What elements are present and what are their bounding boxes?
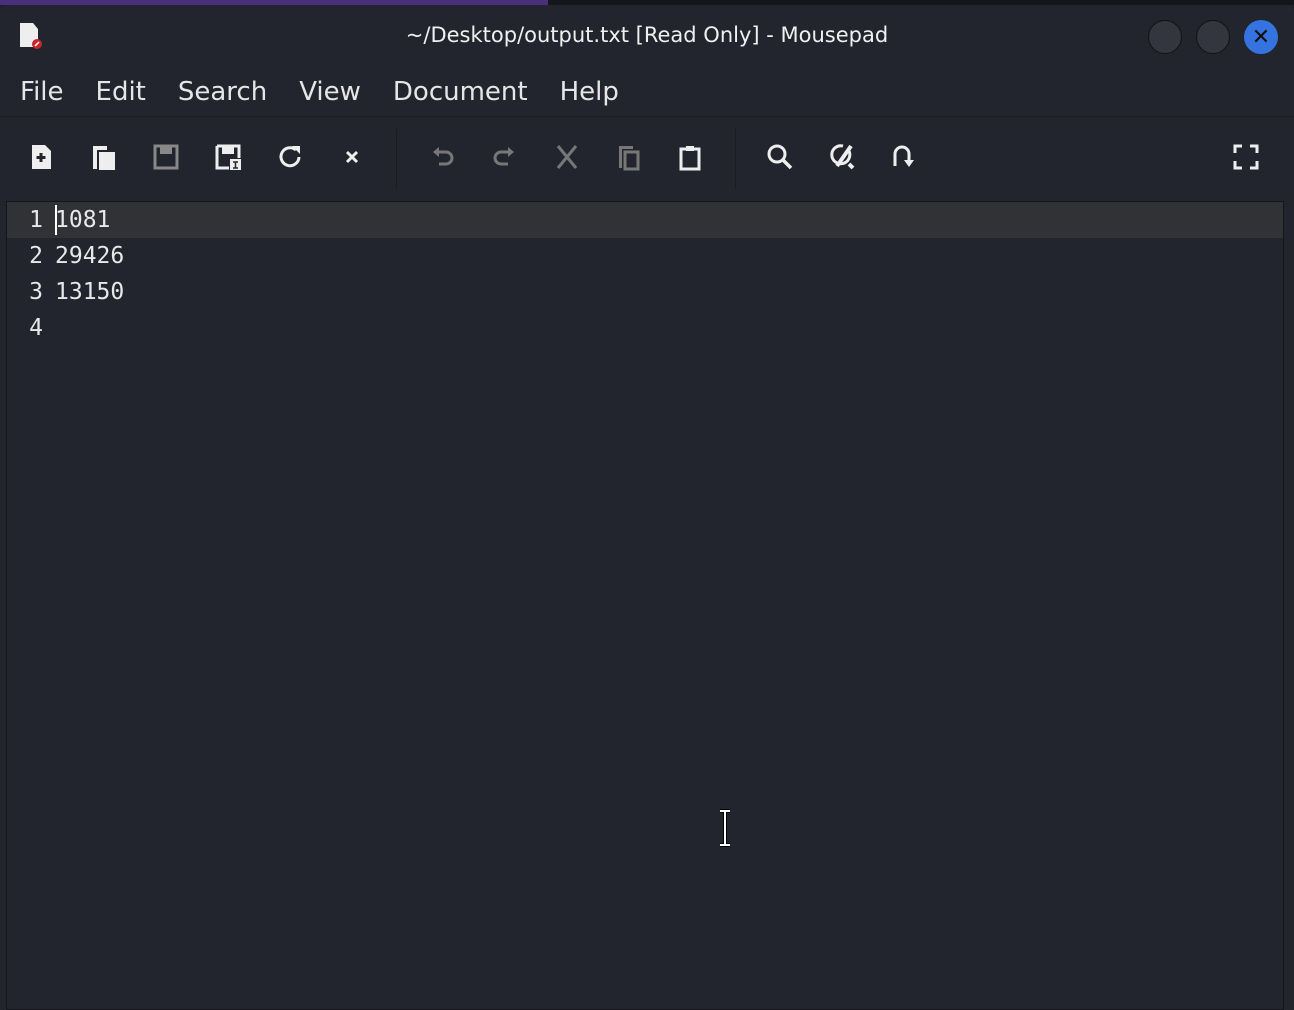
new-document-button[interactable] — [24, 139, 60, 175]
scissors-icon — [556, 145, 578, 169]
line-number: 3 — [29, 279, 43, 305]
reload-icon — [279, 146, 301, 168]
new-window-icon — [93, 146, 115, 170]
save-button[interactable] — [148, 139, 184, 175]
line-text: 13150 — [55, 279, 125, 305]
find-button[interactable] — [762, 139, 798, 175]
toolbar-separator — [396, 129, 397, 189]
minimize-button[interactable] — [1148, 20, 1182, 54]
line-number: 4 — [29, 315, 43, 341]
menu-help[interactable]: Help — [560, 77, 619, 107]
menu-file[interactable]: File — [20, 77, 64, 107]
ibeam-cursor-icon — [720, 809, 730, 847]
search-icon — [767, 144, 793, 170]
save-as-button[interactable] — [210, 139, 246, 175]
window-title: ~/Desktop/output.txt [Read Only] - Mouse… — [405, 23, 889, 47]
cut-button[interactable] — [549, 139, 585, 175]
editor-line: 1 1081 — [7, 202, 1283, 238]
menu-document[interactable]: Document — [393, 77, 528, 107]
fullscreen-button[interactable] — [1228, 139, 1264, 175]
fullscreen-icon — [1233, 144, 1259, 170]
redo-icon — [493, 147, 514, 166]
editor-line: 4 — [7, 310, 1283, 346]
title-bar[interactable]: ~/Desktop/output.txt [Read Only] - Mouse… — [0, 5, 1294, 67]
find-replace-icon — [830, 144, 855, 170]
close-icon — [345, 150, 359, 164]
mousepad-window: ~/Desktop/output.txt [Read Only] - Mouse… — [0, 5, 1294, 1010]
copy-button[interactable] — [611, 139, 647, 175]
paste-button[interactable] — [672, 139, 708, 175]
save-icon — [153, 144, 179, 170]
menu-search[interactable]: Search — [178, 77, 267, 107]
text-editor[interactable]: 1 1081 2 29426 3 13150 4 — [6, 201, 1284, 1010]
new-document-icon — [32, 145, 51, 169]
menu-view[interactable]: View — [299, 77, 361, 107]
toolbar — [0, 117, 1294, 199]
copy-icon — [619, 146, 640, 171]
undo-button[interactable] — [425, 139, 461, 175]
line-number: 2 — [29, 243, 43, 269]
maximize-button[interactable] — [1196, 20, 1230, 54]
new-window-button[interactable] — [86, 139, 122, 175]
reload-button[interactable] — [272, 139, 308, 175]
close-window-button[interactable]: ✕ — [1244, 20, 1278, 54]
editor-line: 2 29426 — [7, 238, 1283, 274]
save-as-icon — [215, 144, 241, 170]
undo-icon — [433, 147, 454, 166]
menu-edit[interactable]: Edit — [96, 77, 146, 107]
line-text: 29426 — [55, 243, 125, 269]
redo-button[interactable] — [486, 139, 522, 175]
go-to-line-button[interactable] — [885, 139, 921, 175]
clipboard-icon — [679, 146, 701, 171]
go-to-line-icon — [893, 145, 914, 167]
editor-line: 3 13150 — [7, 274, 1283, 310]
menu-bar: File Edit Search View Document Help — [0, 67, 1294, 117]
find-replace-button[interactable] — [824, 139, 860, 175]
line-number: 1 — [29, 207, 43, 233]
toolbar-separator — [735, 129, 736, 189]
close-icon: ✕ — [1251, 24, 1271, 50]
text-caret — [55, 205, 57, 235]
close-document-button[interactable] — [334, 139, 370, 175]
